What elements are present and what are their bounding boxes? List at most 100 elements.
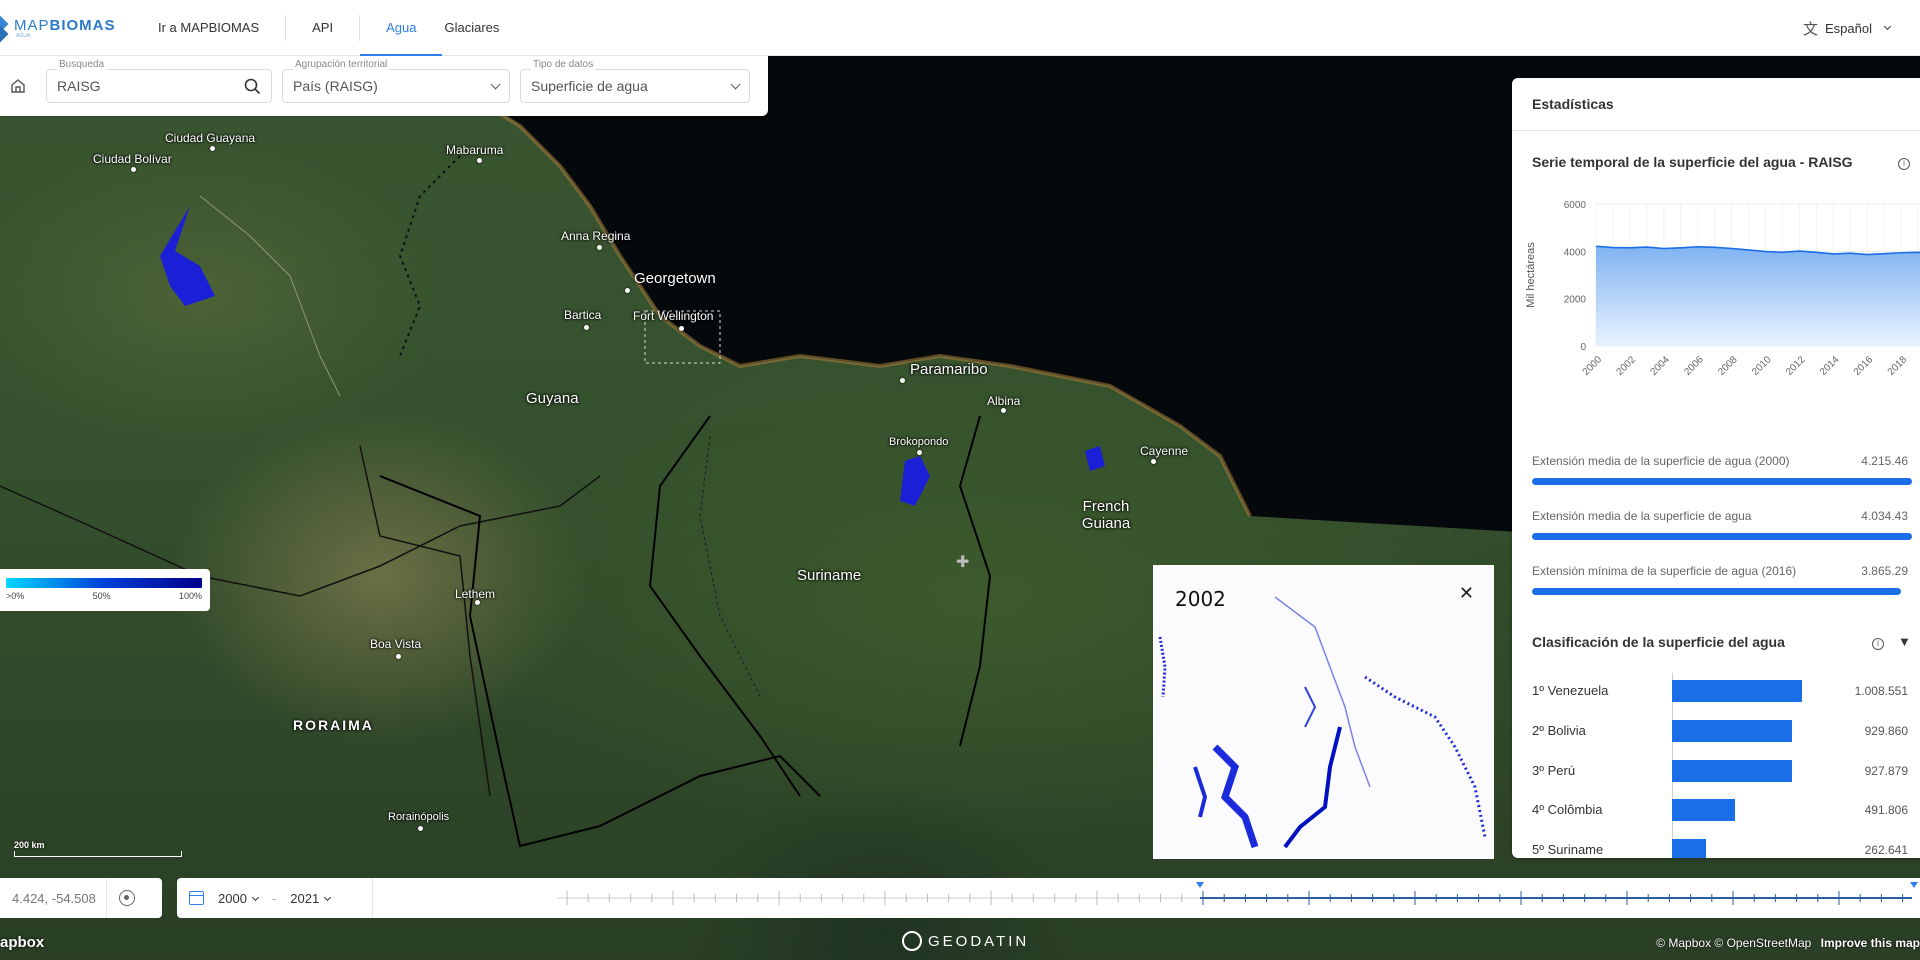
geodatin-logo[interactable]: GEODATIN	[902, 931, 1029, 951]
data-type-label: Tipo de datos	[531, 59, 596, 70]
place-label: Rorainópolis	[388, 811, 450, 823]
language-selector[interactable]: 文 Español	[1803, 0, 1892, 56]
place-dot	[477, 158, 482, 163]
ranking-row: 4º Colômbia 491.806	[1532, 799, 1920, 821]
x-tick-label: 2016	[1852, 354, 1876, 378]
ranking-label: 4º Colômbia	[1532, 802, 1603, 817]
kpi-value: 4.034.43	[1861, 509, 1908, 523]
y-axis-label: Mil hectáreas	[1525, 242, 1537, 308]
search-input[interactable]: RAISG	[57, 78, 101, 94]
chevron-down-icon	[1883, 22, 1892, 31]
kpi-bar	[1532, 533, 1912, 540]
data-type-select[interactable]: Tipo de datos Superficie de agua	[520, 59, 750, 103]
ranking-title: Clasificación de la superficie del agua	[1532, 634, 1785, 650]
kpi-value: 3.865.29	[1861, 564, 1908, 578]
place-label: Anna Regina	[561, 229, 631, 243]
home-icon	[11, 79, 25, 93]
y-tick-label: 2000	[1564, 295, 1587, 306]
kpi-label: Extensión mínima de la superficie de agu…	[1532, 564, 1797, 578]
ranking-bar	[1672, 680, 1802, 702]
translate-icon: 文	[1803, 20, 1819, 38]
kpi-label: Extensión media de la superficie de agua…	[1532, 454, 1790, 468]
grouping-select[interactable]: Agrupación territorial País (RAISG)	[282, 59, 510, 103]
ranking-label: 2º Bolivia	[1532, 723, 1586, 738]
place-label: Boa Vista	[370, 637, 422, 651]
search-icon[interactable]	[244, 78, 261, 95]
coordinates-value: 4.424, -54.508	[12, 890, 96, 906]
place-label: Brokopondo	[889, 436, 949, 448]
place-dot	[625, 288, 630, 293]
ranking-bar	[1672, 839, 1706, 858]
geodatin-icon	[902, 931, 922, 951]
timeline-bar: 2000 - 2021	[177, 878, 1920, 918]
ranking-label: 3º Perú	[1532, 763, 1576, 778]
kpi-value: 4.215.46	[1861, 454, 1908, 468]
top-navbar: MAPBIOMAS AGUA Ir a MAPBIOMAS API Agua G…	[0, 0, 1920, 56]
area-fill	[1596, 246, 1920, 346]
kpi-label: Extensión media de la superficie de agua	[1532, 509, 1752, 523]
info-icon[interactable]: i	[1872, 638, 1884, 650]
chevron-down-icon	[730, 79, 741, 89]
mapbox-logo[interactable]: apbox	[0, 934, 44, 951]
kpi-bar	[1532, 588, 1901, 595]
ranking-value: 1.008.551	[1854, 684, 1908, 698]
divider	[105, 878, 107, 918]
kpi-row: Extensión media de la superficie de agua…	[1532, 454, 1920, 485]
mapbiomas-logo[interactable]: MAPBIOMAS AGUA	[0, 15, 132, 41]
x-tick-label: 2004	[1648, 354, 1672, 378]
data-type-value: Superficie de agua	[531, 78, 648, 94]
improve-map-link[interactable]: Improve this map	[1821, 936, 1920, 950]
search-field[interactable]: Busqueda RAISG	[46, 59, 272, 103]
calendar-icon	[189, 891, 204, 905]
ranking-value: 491.806	[1864, 803, 1908, 817]
legend-label-min: >0%	[6, 591, 25, 601]
language-label: Español	[1825, 20, 1872, 36]
close-icon[interactable]: ✕	[1459, 583, 1474, 604]
x-tick-label: 2012	[1784, 354, 1808, 378]
place-label: Ciudad Guayana	[165, 131, 256, 145]
place-dot	[396, 654, 401, 659]
map-crosshair: ✚	[956, 554, 970, 571]
place-dot	[584, 325, 589, 330]
y-tick-label: 4000	[1564, 247, 1587, 258]
nav-tab-glaciares[interactable]: Glaciares	[442, 0, 525, 56]
place-dot	[597, 245, 602, 250]
nav-tab-agua[interactable]: Agua	[360, 0, 443, 56]
place-dot	[917, 450, 922, 455]
place-label: Suriname	[797, 567, 862, 584]
nav-link-api[interactable]: API	[286, 0, 359, 56]
timeseries-chart: 02000400060002000 2002 2004 2006 2008 2010 201…	[1525, 200, 1920, 378]
logo-text: MAPBIOMAS	[14, 16, 116, 34]
year-inset-map: 2002 ✕	[1153, 565, 1494, 859]
attribution-copyright[interactable]: © Mapbox © OpenStreetMap	[1656, 936, 1811, 950]
home-button[interactable]	[1, 69, 35, 103]
ranking-value: 927.879	[1864, 764, 1908, 778]
x-tick-label: 2002	[1615, 354, 1639, 378]
place-label: French Guiana	[1081, 498, 1131, 532]
ranking-bar	[1672, 799, 1736, 821]
timeseries-title: Serie temporal de la superficie del agua…	[1532, 154, 1853, 170]
legend-gradient	[6, 578, 202, 588]
place-dot	[131, 167, 136, 172]
geodatin-label: GEODATIN	[928, 932, 1030, 950]
place-label: Paramaribo	[910, 361, 988, 378]
stats-header: Estadísticas	[1512, 78, 1920, 131]
place-label: Ciudad Bolívar	[93, 152, 172, 166]
info-icon[interactable]: i	[1898, 158, 1910, 170]
grouping-label: Agrupación territorial	[293, 59, 390, 70]
timeline-slider[interactable]	[377, 878, 1920, 918]
place-label: Lethem	[455, 587, 496, 601]
x-tick-label: 2006	[1682, 354, 1706, 378]
end-year-select[interactable]: 2021	[290, 891, 332, 906]
filter-icon[interactable]: ▼	[1898, 634, 1911, 649]
start-year-select[interactable]: 2000	[218, 891, 259, 906]
timeline-handle-end	[1910, 882, 1918, 888]
place-dot	[1151, 459, 1156, 464]
locate-icon[interactable]	[118, 890, 135, 906]
place-dot	[900, 378, 905, 383]
legend-label-max: 100%	[178, 591, 202, 601]
x-tick-label: 2000	[1581, 354, 1605, 378]
nav-link-mapbiomas[interactable]: Ir a MAPBIOMAS	[132, 0, 285, 56]
kpi-row: Extensión media de la superficie de agua…	[1532, 509, 1920, 540]
place-dot	[679, 326, 684, 331]
